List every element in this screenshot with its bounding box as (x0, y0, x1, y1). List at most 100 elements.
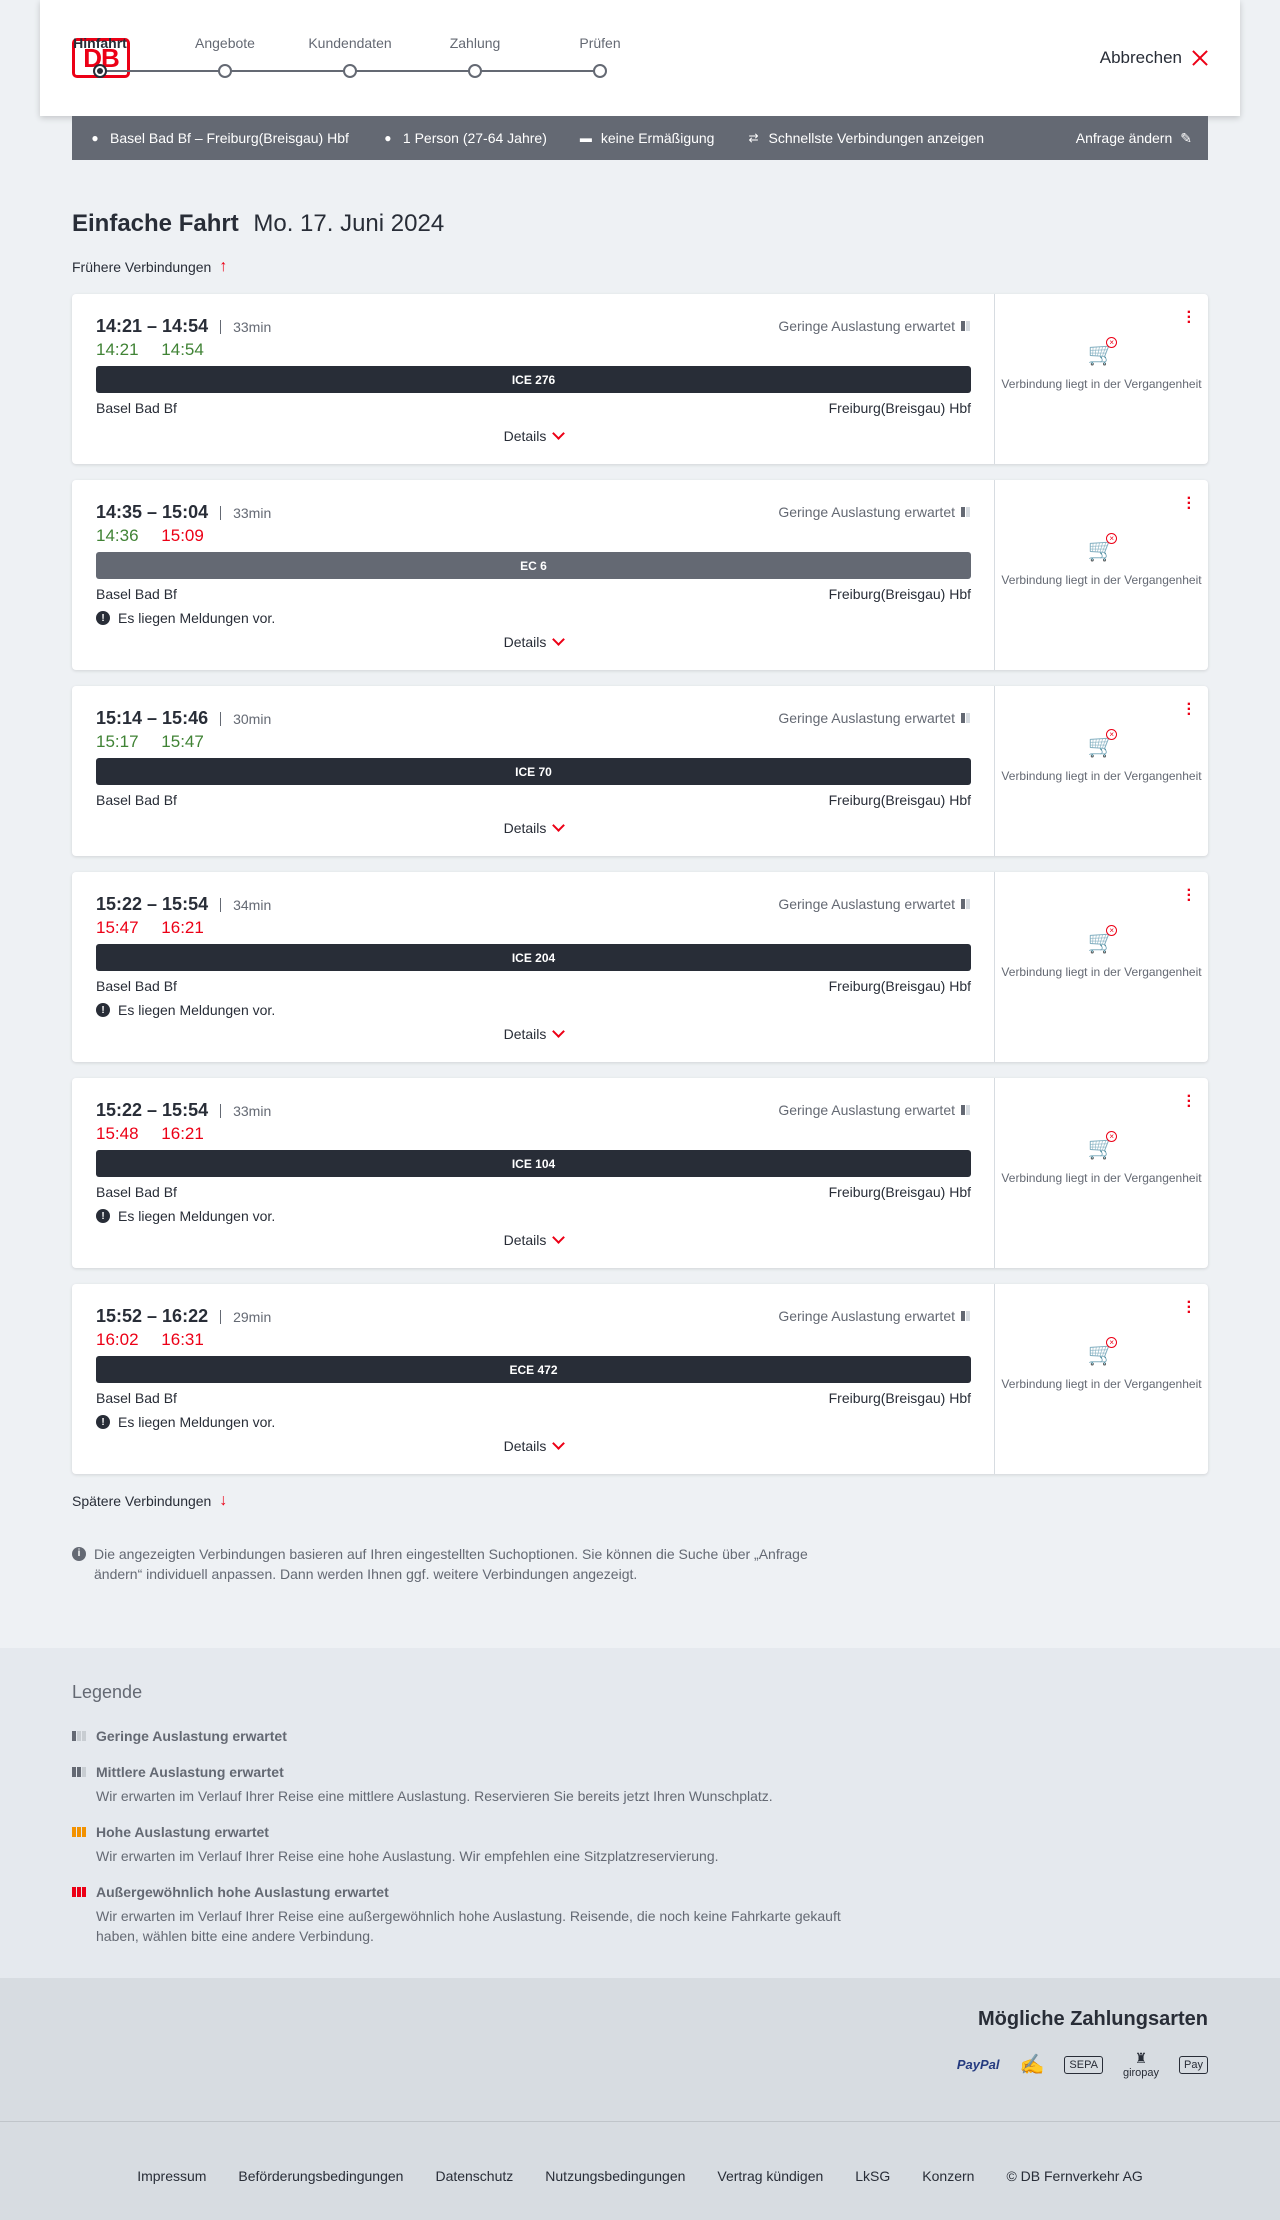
cancel-button[interactable]: Abbrechen (1100, 48, 1208, 68)
footer-link[interactable]: Nutzungsbedingungen (545, 2168, 685, 2184)
realtime-arrival: 15:09 (161, 526, 204, 545)
disruption-notice: ! Es liegen Meldungen vor. (96, 1208, 275, 1224)
legend-item-medium: Mittlere Auslastung erwartet Wir erwarten… (72, 1764, 872, 1806)
train-bar[interactable]: ICE 276 (96, 366, 971, 393)
search-info-note: i Die angezeigten Verbindungen basieren … (72, 1544, 852, 1584)
occupancy-indicator: Geringe Auslastung erwartet (778, 1102, 970, 1118)
departure-station: Basel Bad Bf (96, 1184, 177, 1200)
past-connection-info: 🛒 × Verbindung liegt in der Vergangenheit (995, 337, 1208, 392)
connection-card[interactable]: 15:22 – 15:54 34min 15:47 16:21 Geringe … (72, 872, 1208, 1062)
legend-item-high: Hohe Auslastung erwartet Wir erwarten im … (72, 1824, 872, 1866)
occupancy-low-icon (72, 1731, 88, 1741)
connection-card[interactable]: 14:35 – 15:04 33min 14:36 15:09 Geringe … (72, 480, 1208, 670)
details-toggle[interactable]: Details (72, 633, 995, 650)
more-options-icon[interactable]: · · · (1187, 883, 1192, 909)
legend-title-text: Hohe Auslastung erwartet (96, 1824, 269, 1840)
more-options-icon[interactable]: · · · (1187, 1295, 1192, 1321)
connection-card[interactable]: 15:52 – 16:22 29min 16:02 16:31 Geringe … (72, 1284, 1208, 1474)
connection-card[interactable]: 15:14 – 15:46 30min 15:17 15:47 Geringe … (72, 686, 1208, 856)
connection-offer-panel: · · · 🛒 × Verbindung liegt in der Vergangen… (995, 686, 1208, 856)
giropay-label: giropay (1122, 2067, 1160, 2079)
footer-link[interactable]: LkSG (855, 2168, 890, 2184)
discount-summary: ▬ keine Ermäßigung (579, 130, 715, 146)
scheduled-times: 15:22 – 15:54 34min (96, 894, 271, 915)
apple-pay-logo: Pay (1179, 2055, 1208, 2074)
train-bar[interactable]: EC 6 (96, 552, 971, 579)
footer-link[interactable]: © DB Fernverkehr AG (1006, 2168, 1142, 2184)
step-label-3: Zahlung (449, 35, 501, 51)
connection-offer-panel: · · · 🛒 × Verbindung liegt in der Vergangen… (995, 1284, 1208, 1474)
disruption-notice: ! Es liegen Meldungen vor. (96, 1414, 275, 1430)
occupancy-indicator: Geringe Auslastung erwartet (778, 318, 970, 334)
notice-text: Es liegen Meldungen vor. (118, 610, 276, 626)
more-options-icon[interactable]: · · · (1187, 1089, 1192, 1115)
legend: Legende Geringe Auslastung erwartet Mittl… (0, 1648, 1280, 1978)
legend-item-title: Mittlere Auslastung erwartet (72, 1764, 872, 1780)
train-bar[interactable]: ICE 204 (96, 944, 971, 971)
info-text: Die angezeigten Verbindungen basieren au… (94, 1546, 808, 1582)
past-connection-text: Verbindung liegt in der Vergangenheit (1001, 1171, 1202, 1185)
legend-item-low: Geringe Auslastung erwartet (72, 1728, 872, 1744)
train-bar[interactable]: ICE 70 (96, 758, 971, 785)
realtime-arrival: 16:31 (161, 1330, 204, 1349)
fastest-option: ⇄ Schnellste Verbindungen anzeigen (746, 130, 984, 146)
footer-link[interactable]: Vertrag kündigen (717, 2168, 823, 2184)
footer-link[interactable]: Beförderungsbedingungen (238, 2168, 403, 2184)
occupancy-low-icon (961, 321, 970, 331)
traveller-summary: ● 1 Person (27-64 Jahre) (381, 130, 547, 146)
more-options-icon[interactable]: · · · (1187, 697, 1192, 723)
footer-link[interactable]: Konzern (922, 2168, 974, 2184)
cart-unavailable-icon: 🛒 × (1087, 533, 1118, 562)
connection-card[interactable]: 15:22 – 15:54 33min 15:48 16:21 Geringe … (72, 1078, 1208, 1268)
disruption-notice: ! Es liegen Meldungen vor. (96, 1002, 275, 1018)
occupancy-low-icon (961, 1311, 970, 1321)
alert-icon: ! (96, 1415, 110, 1429)
details-toggle[interactable]: Details (72, 819, 995, 836)
chevron-down-icon (552, 1231, 566, 1244)
realtime-departure: 15:48 (96, 1124, 139, 1143)
arrow-up-icon: ↑ (219, 258, 228, 275)
step-dot-3 (468, 64, 482, 78)
details-toggle[interactable]: Details (72, 1437, 995, 1454)
scheduled-times: 15:14 – 15:46 30min (96, 708, 271, 729)
details-label: Details (503, 1026, 547, 1042)
train-bar[interactable]: ECE 472 (96, 1356, 971, 1383)
legend-item-desc: Wir erwarten im Verlauf Ihrer Reise eine… (96, 1848, 719, 1864)
occupancy-text: Geringe Auslastung erwartet (778, 710, 955, 726)
departure-station: Basel Bad Bf (96, 1390, 177, 1406)
details-toggle[interactable]: Details (72, 1231, 995, 1248)
change-request-button[interactable]: Anfrage ändern ✎ (1076, 130, 1192, 147)
train-name: ICE 204 (511, 950, 556, 965)
realtime-departure: 15:17 (96, 732, 139, 751)
arrival-station: Freiburg(Breisgau) Hbf (828, 978, 971, 994)
scheduled-time-range: 14:21 – 14:54 (96, 316, 209, 336)
step-label-1: Angebote (195, 35, 255, 51)
alert-icon: ! (96, 1209, 110, 1223)
scheduled-times: 14:35 – 15:04 33min (96, 502, 271, 523)
occupancy-medium-icon (72, 1767, 88, 1777)
arrival-station: Freiburg(Breisgau) Hbf (828, 400, 971, 416)
earlier-connections-link[interactable]: Frühere Verbindungen ↑ (72, 258, 227, 276)
departure-station: Basel Bad Bf (96, 586, 177, 602)
connection-main: 15:14 – 15:46 30min 15:17 15:47 Geringe … (72, 686, 995, 856)
more-options-icon[interactable]: · · · (1187, 491, 1192, 517)
scheduled-time-range: 15:22 – 15:54 (96, 894, 209, 914)
step-dot-0 (93, 64, 107, 78)
more-options-icon[interactable]: · · · (1187, 305, 1192, 331)
train-bar[interactable]: ICE 104 (96, 1150, 971, 1177)
station-row: Basel Bad Bf Freiburg(Breisgau) Hbf (96, 586, 971, 602)
route-text: Basel Bad Bf – Freiburg(Breisgau) Hbf (110, 130, 349, 146)
close-icon (1192, 50, 1208, 66)
details-label: Details (503, 1232, 547, 1248)
footer-link[interactable]: Datenschutz (435, 2168, 513, 2184)
connection-card[interactable]: 14:21 – 14:54 33min 14:21 14:54 Geringe … (72, 294, 1208, 464)
later-connections-link[interactable]: Spätere Verbindungen ↓ (72, 1492, 227, 1510)
direct-debit-icon: ✍ (1019, 2054, 1045, 2076)
footer-link[interactable]: Impressum (137, 2168, 206, 2184)
details-toggle[interactable]: Details (72, 1025, 995, 1042)
scheduled-times: 14:21 – 14:54 33min (96, 316, 271, 337)
details-toggle[interactable]: Details (72, 427, 995, 444)
arrival-station: Freiburg(Breisgau) Hbf (828, 1184, 971, 1200)
apple-pay-label: Pay (1184, 2058, 1203, 2071)
realtime-arrival: 15:47 (161, 732, 204, 751)
